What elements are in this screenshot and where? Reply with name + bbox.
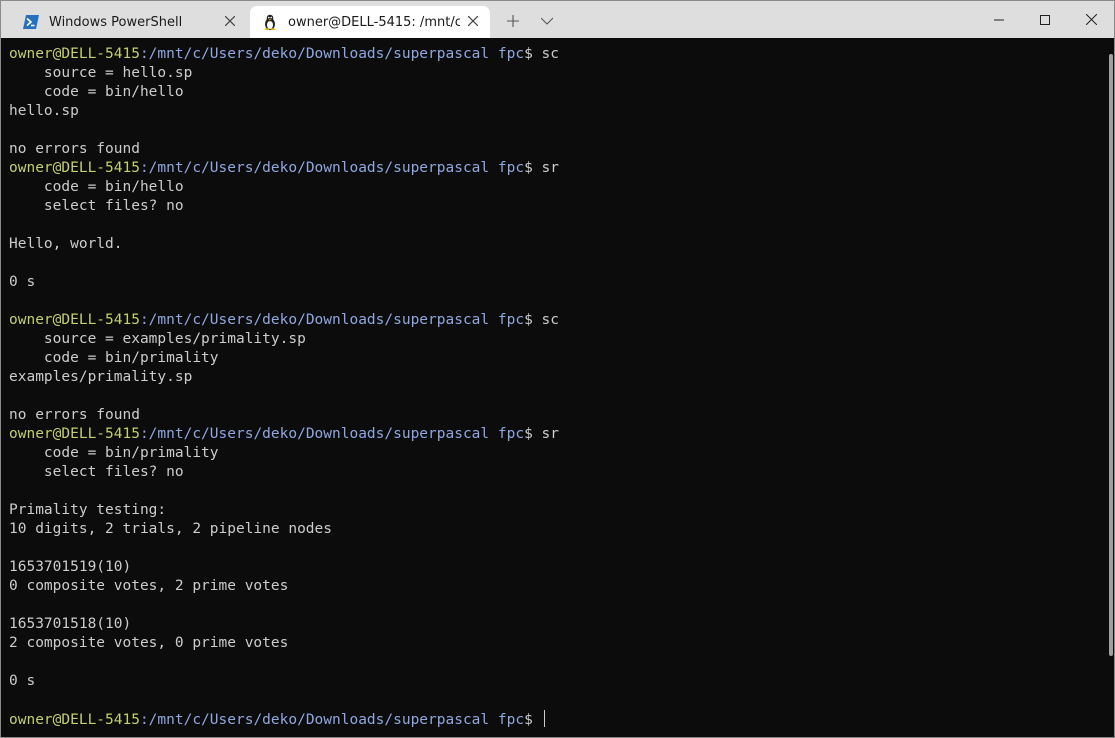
tab-ubuntu-wsl[interactable]: owner@DELL-5415: /mnt/c/Use bbox=[250, 6, 490, 38]
text-cursor bbox=[543, 710, 546, 727]
powershell-icon bbox=[23, 14, 39, 30]
minimize-icon bbox=[994, 19, 1004, 20]
terminal-lines: owner@DELL-5415:/mnt/c/Users/deko/Downlo… bbox=[9, 45, 1102, 729]
output-line: 2 composite votes, 0 prime votes bbox=[9, 635, 289, 651]
output-line: 0 s bbox=[9, 274, 36, 290]
tab-dropdown-button[interactable] bbox=[535, 10, 559, 32]
prompt-line: owner@DELL-5415:/mnt/c/Users/deko/Downlo… bbox=[9, 45, 1102, 64]
tab-windows-powershell[interactable]: Windows PowerShell bbox=[11, 6, 247, 38]
close-icon bbox=[1085, 14, 1097, 25]
output-line: code = bin/primality bbox=[9, 350, 219, 366]
output-line: select files? no bbox=[9, 198, 184, 214]
tab-label: Windows PowerShell bbox=[49, 14, 183, 30]
prompt-path: :/mnt/c/Users/deko/Downloads/superpascal… bbox=[139, 160, 525, 176]
output-line: no errors found bbox=[9, 407, 140, 423]
output-line: 10 digits, 2 trials, 2 pipeline nodes bbox=[9, 521, 333, 537]
plus-icon bbox=[507, 15, 519, 27]
scrollbar[interactable] bbox=[1109, 54, 1113, 656]
prompt-user: owner@DELL-5415 bbox=[9, 712, 140, 728]
prompt-symbol: $ bbox=[524, 160, 533, 176]
prompt-user: owner@DELL-5415 bbox=[9, 46, 140, 62]
command-text: sc bbox=[532, 46, 559, 62]
prompt-symbol: $ bbox=[524, 312, 533, 328]
close-tab-icon[interactable] bbox=[223, 14, 237, 28]
title-bar: Windows PowerShell owner@DELL-5415: /mnt… bbox=[1, 1, 1114, 38]
output-line: source = hello.sp bbox=[9, 65, 193, 81]
terminal-window: Windows PowerShell owner@DELL-5415: /mnt… bbox=[0, 0, 1115, 738]
prompt-symbol: $ bbox=[524, 46, 533, 62]
output-line: code = bin/hello bbox=[9, 84, 184, 100]
tab-label: owner@DELL-5415: /mnt/c/Use bbox=[288, 14, 460, 30]
terminal-output-area[interactable]: owner@DELL-5415:/mnt/c/Users/deko/Downlo… bbox=[1, 38, 1114, 737]
output-line: source = examples/primality.sp bbox=[9, 331, 306, 347]
prompt-symbol: $ bbox=[524, 712, 533, 728]
prompt-line: owner@DELL-5415:/mnt/c/Users/deko/Downlo… bbox=[9, 311, 1102, 330]
output-line: no errors found bbox=[9, 141, 140, 157]
new-tab-button[interactable] bbox=[501, 10, 525, 32]
output-line: 1653701519(10) bbox=[9, 559, 132, 575]
prompt-line: owner@DELL-5415:/mnt/c/Users/deko/Downlo… bbox=[9, 159, 1102, 178]
output-line: select files? no bbox=[9, 464, 184, 480]
prompt-symbol: $ bbox=[524, 426, 533, 442]
output-line: 0 composite votes, 2 prime votes bbox=[9, 578, 289, 594]
maximize-button[interactable] bbox=[1022, 1, 1068, 38]
output-line: code = bin/hello bbox=[9, 179, 184, 195]
command-text: sr bbox=[532, 426, 559, 442]
minimize-button[interactable] bbox=[976, 1, 1022, 38]
prompt-path: :/mnt/c/Users/deko/Downloads/superpascal… bbox=[139, 712, 525, 728]
output-line: hello.sp bbox=[9, 103, 79, 119]
prompt-path: :/mnt/c/Users/deko/Downloads/superpascal… bbox=[139, 46, 525, 62]
close-window-button[interactable] bbox=[1068, 1, 1114, 38]
output-line: examples/primality.sp bbox=[9, 369, 193, 385]
chevron-down-icon bbox=[541, 17, 553, 25]
maximize-icon bbox=[1040, 14, 1050, 25]
output-line: 1653701518(10) bbox=[9, 616, 132, 632]
output-line: Hello, world. bbox=[9, 236, 123, 252]
command-text bbox=[533, 712, 542, 728]
linux-penguin-icon bbox=[262, 14, 278, 30]
prompt-line: owner@DELL-5415:/mnt/c/Users/deko/Downlo… bbox=[9, 425, 1102, 444]
prompt-line: owner@DELL-5415:/mnt/c/Users/deko/Downlo… bbox=[9, 710, 1102, 729]
prompt-path: :/mnt/c/Users/deko/Downloads/superpascal… bbox=[139, 426, 525, 442]
output-line: 0 s bbox=[9, 673, 36, 689]
command-text: sc bbox=[532, 312, 559, 328]
output-line: code = bin/primality bbox=[9, 445, 219, 461]
prompt-path: :/mnt/c/Users/deko/Downloads/superpascal… bbox=[139, 312, 525, 328]
close-tab-icon[interactable] bbox=[466, 14, 480, 28]
prompt-user: owner@DELL-5415 bbox=[9, 312, 140, 328]
output-line: Primality testing: bbox=[9, 502, 167, 518]
prompt-user: owner@DELL-5415 bbox=[9, 160, 140, 176]
command-text: sr bbox=[532, 160, 559, 176]
prompt-user: owner@DELL-5415 bbox=[9, 426, 140, 442]
